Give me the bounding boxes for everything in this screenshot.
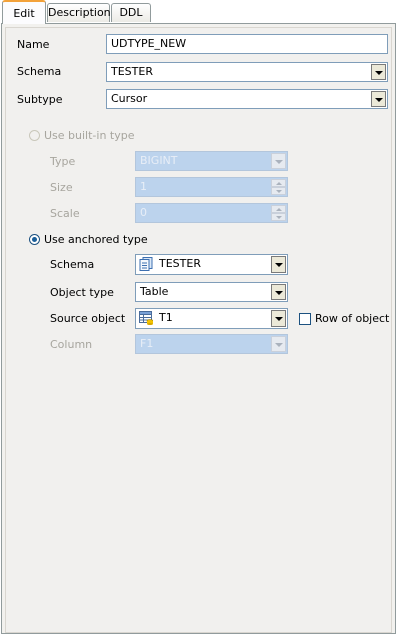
radio-selected-dot (32, 237, 37, 242)
chevron-down-icon (375, 71, 383, 75)
column-select[interactable]: F1 (135, 334, 288, 354)
chevron-down-icon (275, 291, 283, 295)
subtype-select[interactable]: Cursor (106, 89, 388, 109)
scale-spinner-value: 0 (140, 206, 147, 219)
edit-group (5, 27, 392, 633)
tab-ddl-label: DDL (119, 6, 143, 19)
subtype-select-value: Cursor (111, 92, 148, 105)
use-anchored-type-radio[interactable] (29, 234, 40, 245)
anchored-schema-select[interactable]: TESTER (135, 254, 288, 275)
anchored-schema-label: Schema (50, 258, 95, 271)
use-builtin-type-radio[interactable] (29, 130, 40, 141)
object-type-value: Table (140, 285, 169, 298)
schema-select-value: TESTER (111, 65, 153, 78)
schema-label: Schema (17, 65, 62, 78)
chevron-down-icon (275, 317, 283, 321)
spin-up-icon[interactable] (271, 205, 286, 213)
name-label: Name (17, 38, 50, 51)
scale-spinner-buttons[interactable] (271, 205, 286, 221)
type-dropdown-button[interactable] (271, 153, 286, 169)
spin-up-icon[interactable] (271, 179, 286, 187)
tab-description[interactable]: Description (47, 3, 111, 22)
size-spinner[interactable]: 1 (135, 177, 288, 197)
scale-label: Scale (50, 207, 80, 220)
table-icon (139, 311, 153, 325)
source-object-label: Source object (50, 312, 126, 325)
column-label: Column (50, 338, 93, 351)
type-select-value: BIGINT (140, 154, 178, 167)
schema-icon (139, 257, 153, 271)
column-dropdown-button[interactable] (271, 336, 286, 352)
source-object-value: T1 (159, 311, 173, 324)
spin-down-icon[interactable] (271, 187, 286, 195)
column-value: F1 (140, 337, 154, 350)
source-object-select[interactable]: T1 (135, 308, 288, 329)
type-select[interactable]: BIGINT (135, 151, 288, 171)
object-type-dropdown-button[interactable] (271, 284, 286, 300)
source-object-dropdown-button[interactable] (271, 310, 286, 327)
chevron-down-icon (375, 98, 383, 102)
tab-description-label: Description (48, 6, 111, 19)
schema-select[interactable]: TESTER (106, 62, 388, 82)
chevron-down-icon (275, 263, 283, 267)
tab-edit[interactable]: Edit (2, 0, 46, 24)
size-label: Size (50, 181, 73, 194)
tab-edit-label: Edit (13, 7, 35, 20)
anchored-schema-dropdown-button[interactable] (271, 256, 286, 273)
object-type-select[interactable]: Table (135, 282, 288, 302)
use-anchored-type-label: Use anchored type (44, 233, 148, 246)
subtype-label: Subtype (17, 93, 63, 106)
schema-dropdown-button[interactable] (371, 64, 386, 80)
chevron-down-icon (275, 160, 283, 164)
row-of-object-checkbox[interactable] (299, 313, 311, 325)
name-input[interactable]: UDTYPE_NEW (106, 34, 388, 54)
use-builtin-type-label: Use built-in type (44, 129, 135, 142)
scale-spinner[interactable]: 0 (135, 203, 288, 223)
type-label: Type (50, 155, 76, 168)
tab-ddl[interactable]: DDL (111, 3, 151, 22)
row-of-object-label: Row of object (315, 312, 390, 325)
size-spinner-buttons[interactable] (271, 179, 286, 195)
subtype-dropdown-button[interactable] (371, 91, 386, 107)
spin-down-icon[interactable] (271, 213, 286, 221)
anchored-schema-value: TESTER (159, 257, 201, 270)
object-type-label: Object type (50, 286, 114, 299)
size-spinner-value: 1 (140, 180, 147, 193)
chevron-down-icon (275, 343, 283, 347)
